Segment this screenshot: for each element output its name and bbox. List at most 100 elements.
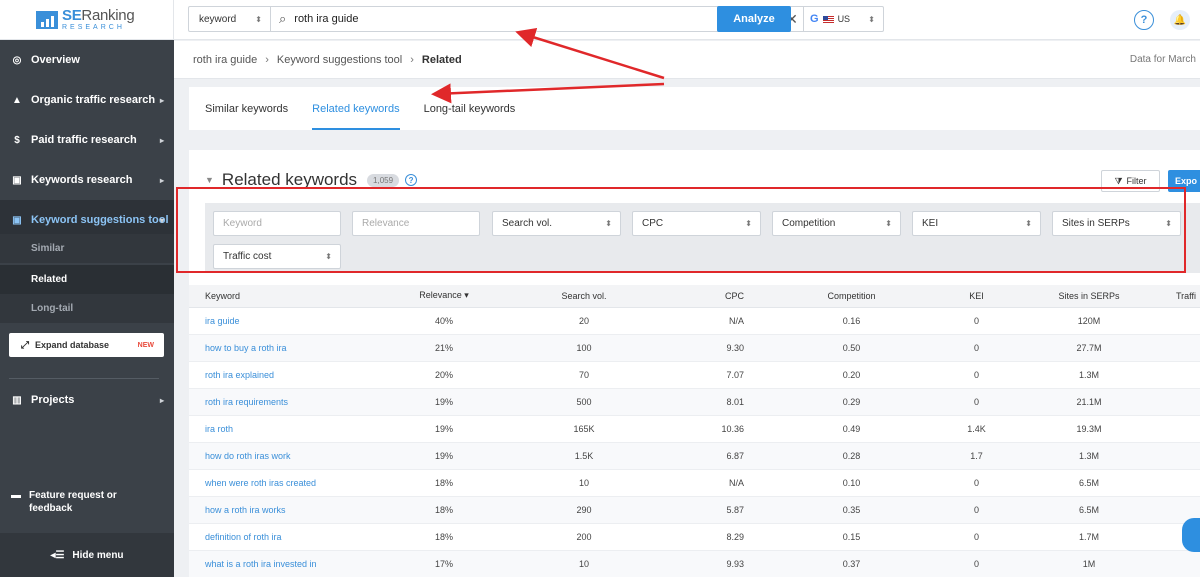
column-header-competition[interactable]: Competition	[784, 285, 919, 308]
column-header-search-vol[interactable]: Search vol.	[514, 285, 654, 308]
column-header-traffic-cost[interactable]: Traffi	[1144, 285, 1200, 308]
cell-relevance: 19%	[374, 388, 514, 416]
filter-select-label: CPC	[642, 218, 664, 229]
export-button[interactable]: Expo	[1168, 170, 1200, 192]
cell-relevance: 19%	[374, 415, 514, 443]
column-header-sites-in-serps[interactable]: Sites in SERPs	[1034, 285, 1144, 308]
search-type-select[interactable]: keyword ⬍	[189, 7, 271, 31]
logo-brand-ranking: Ranking	[81, 7, 135, 24]
sidebar-item-overview[interactable]: ◎ Overview	[0, 40, 174, 80]
column-header-kei[interactable]: KEI	[919, 285, 1034, 308]
keyword-filter-input[interactable]	[213, 211, 341, 236]
select-caret-icon: ⬍	[1165, 219, 1172, 228]
search-vol-filter-select[interactable]: Search vol. ⬍	[492, 211, 621, 236]
breadcrumb-item[interactable]: roth ira guide	[193, 54, 257, 66]
sidebar-subitem-long-tail[interactable]: Long-tail	[0, 294, 174, 323]
analyze-button[interactable]: Analyze	[717, 6, 791, 32]
tab-similar-keywords[interactable]: Similar keywords	[205, 87, 288, 130]
logo-brand-se: SE	[62, 7, 82, 24]
cell-keyword[interactable]: how to buy a roth ira	[189, 334, 374, 362]
table-row: ira roth 19% 165K 10.36 0.49 1.4K 19.3M	[189, 415, 1200, 443]
cell-traffic-cost	[1144, 442, 1200, 470]
funnel-icon: ⧩	[1114, 175, 1123, 186]
cell-keyword[interactable]: ira guide	[189, 307, 374, 335]
cell-cpc: 9.30	[654, 334, 784, 362]
sidebar-subitem-related[interactable]: Related	[0, 265, 174, 294]
cell-cpc: N/A	[654, 307, 784, 335]
filter-select-label: Competition	[782, 218, 836, 229]
column-header-cpc[interactable]: CPC	[654, 285, 784, 308]
cell-competition: 0.49	[784, 415, 919, 443]
tab-related-keywords[interactable]: Related keywords	[312, 87, 401, 130]
hide-menu-label: Hide menu	[72, 549, 124, 561]
region-select[interactable]: G US ⬍	[803, 7, 883, 31]
kei-filter-select[interactable]: KEI ⬍	[912, 211, 1041, 236]
keywords-table: Keyword Relevance ▾ Search vol. CPC Comp…	[189, 285, 1200, 577]
filter-button[interactable]: ⧩ Filter	[1101, 170, 1160, 192]
bell-icon[interactable]: 🔔	[1170, 10, 1190, 30]
sites-filter-select[interactable]: Sites in SERPs ⬍	[1052, 211, 1181, 236]
select-caret-icon: ⬍	[745, 219, 752, 228]
mountain-icon: ▲	[12, 94, 22, 106]
select-caret-icon: ⬍	[255, 14, 262, 24]
cell-search-vol: 1.5K	[514, 442, 654, 470]
hide-menu-button[interactable]: ◂☰ Hide menu	[0, 533, 174, 577]
breadcrumb-separator-icon: ›	[410, 53, 414, 66]
expand-icon: ⤢	[21, 339, 29, 351]
chat-widget-icon[interactable]	[1182, 518, 1200, 552]
cell-keyword[interactable]: how do roth iras work	[189, 442, 374, 470]
cell-keyword[interactable]: roth ira requirements	[189, 388, 374, 416]
cell-keyword[interactable]: how a roth ira works	[189, 496, 374, 524]
info-icon[interactable]: ?	[405, 174, 418, 186]
cell-sites-in-serps: 27.7M	[1034, 334, 1144, 362]
search-input[interactable]	[286, 13, 781, 25]
column-header-keyword[interactable]: Keyword	[189, 285, 374, 308]
cell-keyword[interactable]: roth ira explained	[189, 361, 374, 389]
chevron-down-icon: ▾	[159, 215, 164, 225]
sidebar-item-paid-traffic[interactable]: $ Paid traffic research ▸	[0, 120, 174, 160]
competition-filter-select[interactable]: Competition ⬍	[772, 211, 901, 236]
cell-competition: 0.29	[784, 388, 919, 416]
cell-relevance: 18%	[374, 496, 514, 524]
table-row: roth ira requirements 19% 500 8.01 0.29 0 21.1…	[189, 388, 1200, 416]
traffic-cost-filter-select[interactable]: Traffic cost ⬍	[213, 244, 341, 269]
cell-keyword[interactable]: ira roth	[189, 415, 374, 443]
logo-bars-icon	[36, 10, 58, 29]
cell-kei: 1.4K	[919, 415, 1034, 443]
cpc-filter-select[interactable]: CPC ⬍	[632, 211, 761, 236]
cell-keyword[interactable]: when were roth iras created	[189, 469, 374, 497]
sidebar-item-label: Paid traffic research	[31, 134, 137, 146]
table-body: ira guide 40% 20 N/A 0.16 0 120M how to buy a r…	[189, 307, 1200, 577]
chart-icon: ▥	[12, 394, 22, 406]
help-icon[interactable]: ?	[1134, 10, 1154, 30]
sidebar-item-organic-traffic[interactable]: ▲ Organic traffic research ▸	[0, 80, 174, 120]
chevron-right-icon: ▸	[159, 395, 164, 405]
cell-traffic-cost	[1144, 334, 1200, 362]
cell-relevance: 21%	[374, 334, 514, 362]
sidebar-item-projects[interactable]: ▥ Projects ▸	[0, 380, 174, 420]
sidebar-subitem-label: Similar	[31, 243, 65, 254]
relevance-filter-input[interactable]	[352, 211, 480, 236]
topbar: keyword ⬍ ⌕ ✕ G US ⬍ Analyze ? 🔔	[174, 0, 1200, 40]
cell-relevance: 18%	[374, 523, 514, 551]
cell-search-vol: 100	[514, 334, 654, 362]
cell-traffic-cost	[1144, 361, 1200, 389]
column-header-relevance[interactable]: Relevance ▾	[374, 285, 514, 308]
sidebar-subitem-similar[interactable]: Similar	[0, 234, 174, 263]
section-header[interactable]: ▼ Related keywords 1,059 ?	[205, 170, 418, 190]
cell-competition: 0.20	[784, 361, 919, 389]
breadcrumb-separator-icon: ›	[265, 53, 269, 66]
cell-traffic-cost	[1144, 415, 1200, 443]
cell-keyword[interactable]: definition of roth ira	[189, 523, 374, 551]
cell-cpc: 8.01	[654, 388, 784, 416]
sidebar-item-keywords-research[interactable]: ▣ Keywords research ▸	[0, 160, 174, 200]
collapse-triangle-icon[interactable]: ▼	[205, 175, 214, 185]
tab-long-tail-keywords[interactable]: Long-tail keywords	[424, 87, 516, 130]
sidebar-subitem-label: Long-tail	[31, 303, 74, 314]
feature-request-link[interactable]: ▬ Feature request or feedback	[11, 489, 129, 515]
breadcrumb-item[interactable]: Keyword suggestions tool	[277, 54, 402, 66]
cell-keyword[interactable]: what is a roth ira invested in	[189, 550, 374, 577]
feature-request-label: Feature request or feedback	[29, 490, 117, 514]
logo[interactable]: SERanking RESEARCH	[0, 0, 174, 40]
expand-database-button[interactable]: ⤢ Expand database NEW	[9, 333, 164, 357]
